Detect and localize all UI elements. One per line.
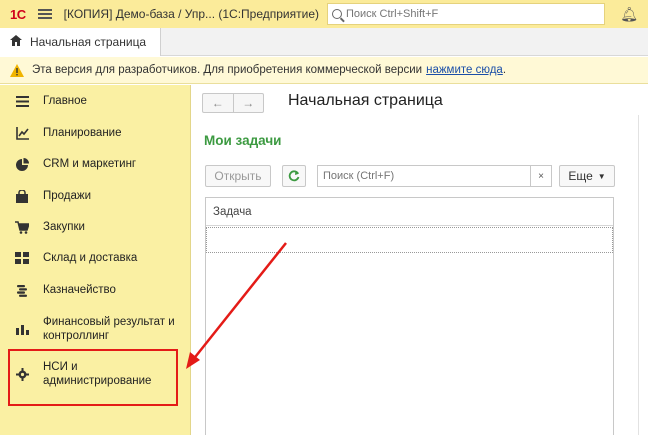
annotation-highlight-box [8,349,178,406]
main-menu-icon[interactable] [37,9,52,19]
open-button[interactable]: Открыть [205,165,271,187]
sidebar-item-purchases[interactable]: Закупки [0,220,191,234]
sidebar-item-sales[interactable]: Продажи [0,189,191,203]
section-title: Мои задачи [204,133,282,148]
pie-chart-icon [15,157,29,171]
shopping-cart-icon [15,220,29,234]
sidebar-item-warehouse[interactable]: Склад и доставка [0,251,191,265]
shopping-bag-icon [15,189,29,203]
vertical-scrollbar[interactable] [638,115,648,435]
bar-chart-icon [15,322,29,336]
developer-warning-bar: Эта версия для разработчиков. Для приобр… [0,57,648,84]
tab-home[interactable]: Начальная страница [0,28,161,56]
global-search[interactable] [326,3,605,25]
window-title: [КОПИЯ] Демо-база / Упр... (1С:Предприят… [63,7,319,21]
sidebar-item-label: Закупки [43,221,85,233]
task-search-input[interactable] [318,170,530,182]
coins-icon [15,283,29,297]
table-row[interactable] [206,227,613,253]
home-icon [10,35,22,49]
app-logo: 1С [10,6,26,22]
more-label: Еще [568,169,593,183]
global-search-input[interactable] [345,8,586,20]
sidebar-item-crm[interactable]: CRM и маркетинг [0,157,191,171]
tab-bar: Начальная страница [0,28,648,56]
purchase-link[interactable]: нажмите сюда [426,64,503,76]
sidebar-item-main[interactable]: Главное [0,94,191,108]
refresh-icon[interactable] [282,165,306,187]
more-menu-button[interactable]: Еще ▼ [559,165,615,187]
column-header-task[interactable]: Задача [206,198,613,226]
sidebar-item-label: Казначейство [43,284,116,296]
page-title: Начальная страница [288,92,443,109]
sidebar-item-treasury[interactable]: Казначейство [0,283,191,297]
planning-chart-icon [15,126,29,140]
warning-icon [10,63,24,77]
clear-search-button[interactable]: × [531,165,552,187]
history-nav: ← → [202,93,264,113]
bell-icon[interactable]: 🔔︎ [620,6,638,23]
sidebar-item-financial-result[interactable]: Финансовый результат и контроллинг [0,315,191,343]
title-bar: 1С [КОПИЯ] Демо-база / Упр... (1С:Предпр… [0,0,648,28]
warning-suffix: . [502,64,507,76]
sidebar-item-label: Склад и доставка [43,252,138,264]
forward-arrow-icon[interactable]: → [234,94,264,112]
sidebar-item-label: Главное [43,95,87,107]
tasks-table: Задача [205,197,614,435]
sidebar-item-label: Финансовый результат и контроллинг [43,316,175,342]
tab-home-label: Начальная страница [30,35,147,49]
sidebar-item-label: Планирование [43,127,122,139]
sidebar-item-label: Продажи [43,190,92,202]
search-icon [331,9,342,19]
menu-lines-icon [15,94,29,108]
back-arrow-icon[interactable]: ← [203,94,234,112]
warning-text: Эта версия для разработчиков. Для приобр… [32,64,423,76]
warehouse-grid-icon [15,251,29,265]
chevron-down-icon: ▼ [597,171,606,181]
task-search-field[interactable] [317,165,531,187]
sidebar-item-label: CRM и маркетинг [43,158,137,170]
sidebar-item-planning[interactable]: Планирование [0,126,191,140]
main-content: ← → Начальная страница Мои задачи Открыт… [192,85,648,435]
